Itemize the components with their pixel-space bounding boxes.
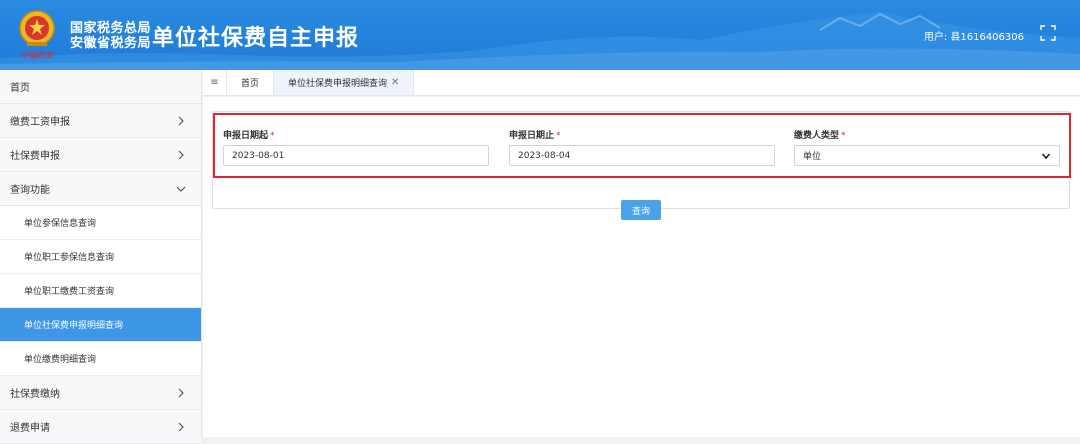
sidebar-item-label: 首页: [10, 83, 30, 94]
tax-emblem-icon: 中国税务: [19, 10, 55, 60]
sidebar-item-label: 单位职工缴费工资查询: [24, 287, 115, 297]
sidebar-subitem-unit-insured-info[interactable]: 单位参保信息查询: [0, 206, 201, 240]
sidebar-item-label: 查询功能: [10, 185, 50, 196]
app-header: 中国税务 国家税务总局 安徽省税务局 单位社保费自主申报 用户: 县161640…: [0, 0, 1080, 70]
field-label: 申报日期止 *: [509, 131, 561, 141]
sidebar-item-label: 社保费缴纳: [10, 389, 60, 400]
end-date-field: 申报日期止 * 2023-08-04: [509, 128, 775, 166]
main-content: 申报日期起 * 2023-08-01 申报日期止 * 2023-08-04 缴费人类…: [203, 97, 1080, 437]
org-line-1: 国家税务总局: [70, 21, 152, 36]
required-mark: *: [270, 131, 275, 141]
sidebar-item-home[interactable]: 首页: [0, 70, 201, 104]
svg-text:中国税务: 中国税务: [21, 51, 54, 60]
sidebar-item-label: 缴费工资申报: [10, 117, 70, 128]
required-mark: *: [556, 131, 561, 141]
sidebar-item-label: 退费申请: [10, 423, 50, 434]
end-date-input[interactable]: 2023-08-04: [509, 145, 775, 166]
sidebar-item-label: 社保费申报: [10, 151, 60, 162]
sidebar-subitem-declaration-details[interactable]: 单位社保费申报明细查询: [0, 308, 201, 342]
sidebar: 首页 缴费工资申报 社保费申报 查询功能 单位参保信息查询 单位职工参保信息查询…: [0, 70, 202, 444]
field-label: 缴费人类型 *: [794, 131, 846, 141]
select-value: 单位: [803, 152, 822, 162]
menu-toggle-icon[interactable]: ≡: [203, 70, 227, 95]
tab-bar: ≡ 首页 单位社保费申报明细查询 ✕: [203, 70, 1080, 96]
user-info: 用户: 县1616406306: [923, 32, 1024, 43]
org-line-2: 安徽省税务局: [70, 36, 152, 51]
sidebar-item-query-functions[interactable]: 查询功能: [0, 172, 201, 206]
start-date-field: 申报日期起 * 2023-08-01: [223, 128, 489, 166]
fullscreen-icon[interactable]: [1040, 25, 1056, 41]
chevron-down-icon: [176, 186, 186, 192]
sidebar-item-social-insurance-declaration[interactable]: 社保费申报: [0, 138, 201, 172]
sidebar-item-label: 单位社保费申报明细查询: [24, 321, 124, 331]
payer-type-field: 缴费人类型 * 单位: [794, 128, 1060, 166]
chevron-right-icon: [178, 388, 184, 397]
chevron-right-icon: [178, 422, 184, 431]
tab-declaration-details[interactable]: 单位社保费申报明细查询 ✕: [274, 70, 415, 95]
chevron-down-icon: [1041, 152, 1051, 159]
chevron-right-icon: [178, 116, 184, 125]
sidebar-item-label: 单位参保信息查询: [24, 219, 97, 229]
required-mark: *: [841, 131, 846, 141]
start-date-input[interactable]: 2023-08-01: [223, 145, 489, 166]
sidebar-item-refund-application[interactable]: 退费申请: [0, 410, 201, 444]
sidebar-item-wage-declaration[interactable]: 缴费工资申报: [0, 104, 201, 138]
tab-home[interactable]: 首页: [227, 70, 275, 95]
query-button[interactable]: 查询: [621, 200, 661, 220]
field-label: 申报日期起 *: [223, 131, 275, 141]
tab-label: 首页: [241, 79, 260, 89]
org-name: 国家税务总局 安徽省税务局: [70, 21, 151, 51]
tab-label: 单位社保费申报明细查询: [288, 79, 388, 89]
sidebar-subitem-employee-wage[interactable]: 单位职工缴费工资查询: [0, 274, 201, 308]
query-form-panel: 申报日期起 * 2023-08-01 申报日期止 * 2023-08-04 缴费人类…: [212, 111, 1070, 220]
sidebar-subitem-payment-details[interactable]: 单位缴费明细查询: [0, 342, 201, 376]
sidebar-item-label: 单位缴费明细查询: [24, 355, 97, 365]
sidebar-item-social-insurance-payment[interactable]: 社保费缴纳: [0, 376, 201, 410]
payer-type-select[interactable]: 单位: [794, 145, 1060, 166]
sidebar-item-label: 单位职工参保信息查询: [24, 253, 115, 263]
chevron-right-icon: [178, 150, 184, 159]
sidebar-subitem-employee-insured-info[interactable]: 单位职工参保信息查询: [0, 240, 201, 274]
close-icon[interactable]: ✕: [391, 77, 399, 88]
app-title: 单位社保费自主申报: [152, 26, 360, 51]
